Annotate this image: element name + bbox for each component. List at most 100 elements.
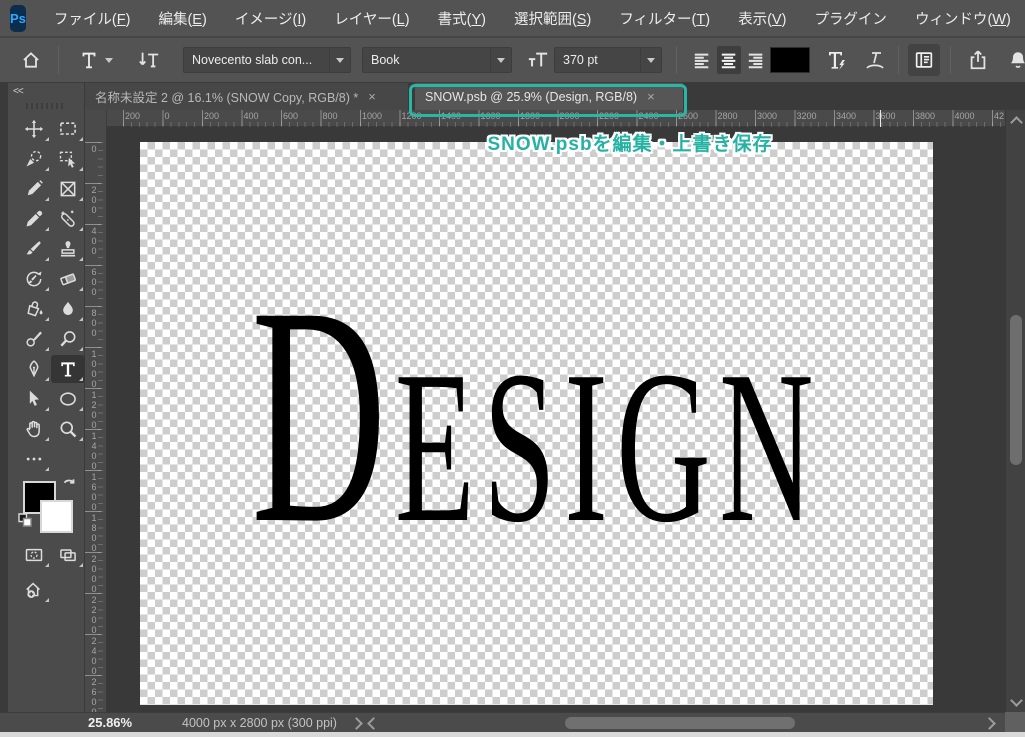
toggle-panels-button[interactable] xyxy=(908,44,940,76)
status-menu-chevron-icon[interactable] xyxy=(350,717,363,730)
hand-icon xyxy=(24,419,44,439)
dodge-tool[interactable] xyxy=(51,325,85,353)
menu-file[interactable]: ファイル(F) xyxy=(40,8,145,29)
pasteboard[interactable]: Design xyxy=(108,127,1005,712)
menu-edit[interactable]: 編集(E) xyxy=(144,8,220,29)
font-style-select[interactable]: Book xyxy=(362,47,512,73)
font-family-dropdown-button[interactable] xyxy=(329,48,350,72)
eraser-icon xyxy=(58,269,78,289)
scroll-down-icon[interactable] xyxy=(1010,694,1023,707)
font-style-dropdown-button[interactable] xyxy=(490,48,511,72)
brush-tool[interactable] xyxy=(17,235,51,263)
h-ruler-label: 200 xyxy=(204,111,220,121)
home-button[interactable] xyxy=(16,38,46,82)
move-icon xyxy=(24,119,44,139)
default-colors-icon[interactable] xyxy=(16,511,34,529)
viewport: 0 200 400 600 800 1000 1200 1400 1600 1800 2000 220… xyxy=(85,127,1005,712)
h-ruler-label: 800 xyxy=(322,111,338,121)
toolbar-grip[interactable] xyxy=(26,103,66,109)
lasso-tool[interactable] xyxy=(17,175,51,203)
horizontal-scrollbar[interactable] xyxy=(365,713,1000,733)
eyedropper-tool[interactable] xyxy=(17,205,51,233)
v-ruler-label: 800 xyxy=(89,308,99,338)
photoshop-logo-icon[interactable]: Ps xyxy=(10,4,26,32)
notifications-button[interactable] xyxy=(1004,38,1025,82)
type-tool[interactable] xyxy=(51,355,85,383)
menu-plugins[interactable]: プラグイン xyxy=(800,8,901,29)
clone-stamp-tool[interactable] xyxy=(51,235,85,263)
zoom-tool[interactable] xyxy=(51,415,85,443)
font-size-dropdown-button[interactable] xyxy=(640,48,661,72)
spot-healing-brush-tool[interactable] xyxy=(51,205,85,233)
text-orientation-button[interactable] xyxy=(132,38,166,82)
zoom-level[interactable]: 25.86% xyxy=(88,715,132,730)
menu-image[interactable]: イメージ(I) xyxy=(221,8,320,29)
pen-icon xyxy=(24,359,44,379)
divider xyxy=(676,46,677,74)
v-ruler-label: 1800 xyxy=(89,513,99,553)
ruler-corner[interactable] xyxy=(85,110,107,127)
menu-window[interactable]: ウィンドウ(W) xyxy=(901,8,1025,29)
rectangular-marquee-tool[interactable] xyxy=(51,115,85,143)
toolbar-collapse-button[interactable]: << xyxy=(13,86,24,97)
capture-button[interactable] xyxy=(17,576,51,604)
vertical-scrollbar[interactable] xyxy=(1005,110,1025,712)
warp-text-button[interactable] xyxy=(858,38,892,82)
v-ruler-label: 400 xyxy=(89,226,99,256)
menu-layer[interactable]: レイヤー(L) xyxy=(320,8,423,29)
menu-filter[interactable]: フィルター(T) xyxy=(605,8,724,29)
text-color-swatch[interactable] xyxy=(770,47,810,73)
notifications-bell-icon xyxy=(1011,52,1025,71)
align-right-icon xyxy=(748,51,763,69)
share-button[interactable] xyxy=(962,38,994,82)
text-orientation-icon xyxy=(137,49,161,71)
background-color-swatch[interactable] xyxy=(40,500,73,533)
edit-toolbar-button[interactable] xyxy=(17,445,51,473)
align-left-button[interactable] xyxy=(690,46,714,74)
ellipse-tool[interactable] xyxy=(51,385,85,413)
object-selection-tool[interactable] xyxy=(51,145,85,173)
path-selection-tool[interactable] xyxy=(17,385,51,413)
document-area: 名称未設定 2 @ 16.1% (SNOW Copy, RGB/8) * × S… xyxy=(85,83,1005,712)
close-icon[interactable]: × xyxy=(368,89,376,104)
eraser-tool[interactable] xyxy=(51,265,85,293)
vertical-ruler[interactable]: 0 200 400 600 800 1000 1200 1400 1600 1800 2000 220… xyxy=(85,127,107,712)
chevron-down-icon xyxy=(497,57,505,63)
font-size-select[interactable]: 370 pt xyxy=(554,47,662,73)
divider xyxy=(950,46,951,74)
align-right-button[interactable] xyxy=(744,46,768,74)
h-ruler-label: 3200 xyxy=(796,111,817,121)
canvas-text-layer[interactable]: Design xyxy=(251,259,822,572)
pen-tool[interactable] xyxy=(17,355,51,383)
frame-tool[interactable] xyxy=(51,175,85,203)
smudge-tool[interactable] xyxy=(17,325,51,353)
menu-view[interactable]: 表示(V) xyxy=(724,8,800,29)
horizontal-scrollbar-thumb[interactable] xyxy=(565,717,795,729)
blur-tool[interactable] xyxy=(51,295,85,323)
v-ruler-label: 0 xyxy=(89,144,99,154)
scroll-up-icon[interactable] xyxy=(1010,116,1023,129)
font-family-select[interactable]: Novecento slab con... xyxy=(183,47,351,73)
tab-untitled-2[interactable]: 名称未設定 2 @ 16.1% (SNOW Copy, RGB/8) * × xyxy=(85,83,409,110)
menu-type[interactable]: 書式(Y) xyxy=(424,8,500,29)
hand-tool[interactable] xyxy=(17,415,51,443)
type-effects-button[interactable] xyxy=(820,38,854,82)
current-tool-button[interactable] xyxy=(72,38,118,82)
paint-bucket-tool[interactable] xyxy=(17,295,51,323)
menu-select[interactable]: 選択範囲(S) xyxy=(500,8,605,29)
vertical-scrollbar-thumb[interactable] xyxy=(1010,315,1022,465)
document-info: 4000 px x 2800 px (300 ppi) xyxy=(182,716,337,730)
swap-colors-icon[interactable] xyxy=(60,476,78,494)
h-ruler-label: 3600 xyxy=(875,111,896,121)
align-center-button[interactable] xyxy=(717,46,741,74)
history-brush-tool[interactable] xyxy=(17,265,51,293)
screen-mode-button[interactable] xyxy=(51,541,85,569)
move-tool[interactable] xyxy=(17,115,51,143)
scroll-left-icon[interactable] xyxy=(367,717,380,730)
align-left-icon xyxy=(694,51,709,69)
scroll-right-icon[interactable] xyxy=(983,717,996,730)
quick-mask-button[interactable] xyxy=(17,541,51,569)
canvas[interactable]: Design xyxy=(140,142,933,705)
quick-selection-tool[interactable] xyxy=(17,145,51,173)
font-style-value: Book xyxy=(371,53,400,67)
